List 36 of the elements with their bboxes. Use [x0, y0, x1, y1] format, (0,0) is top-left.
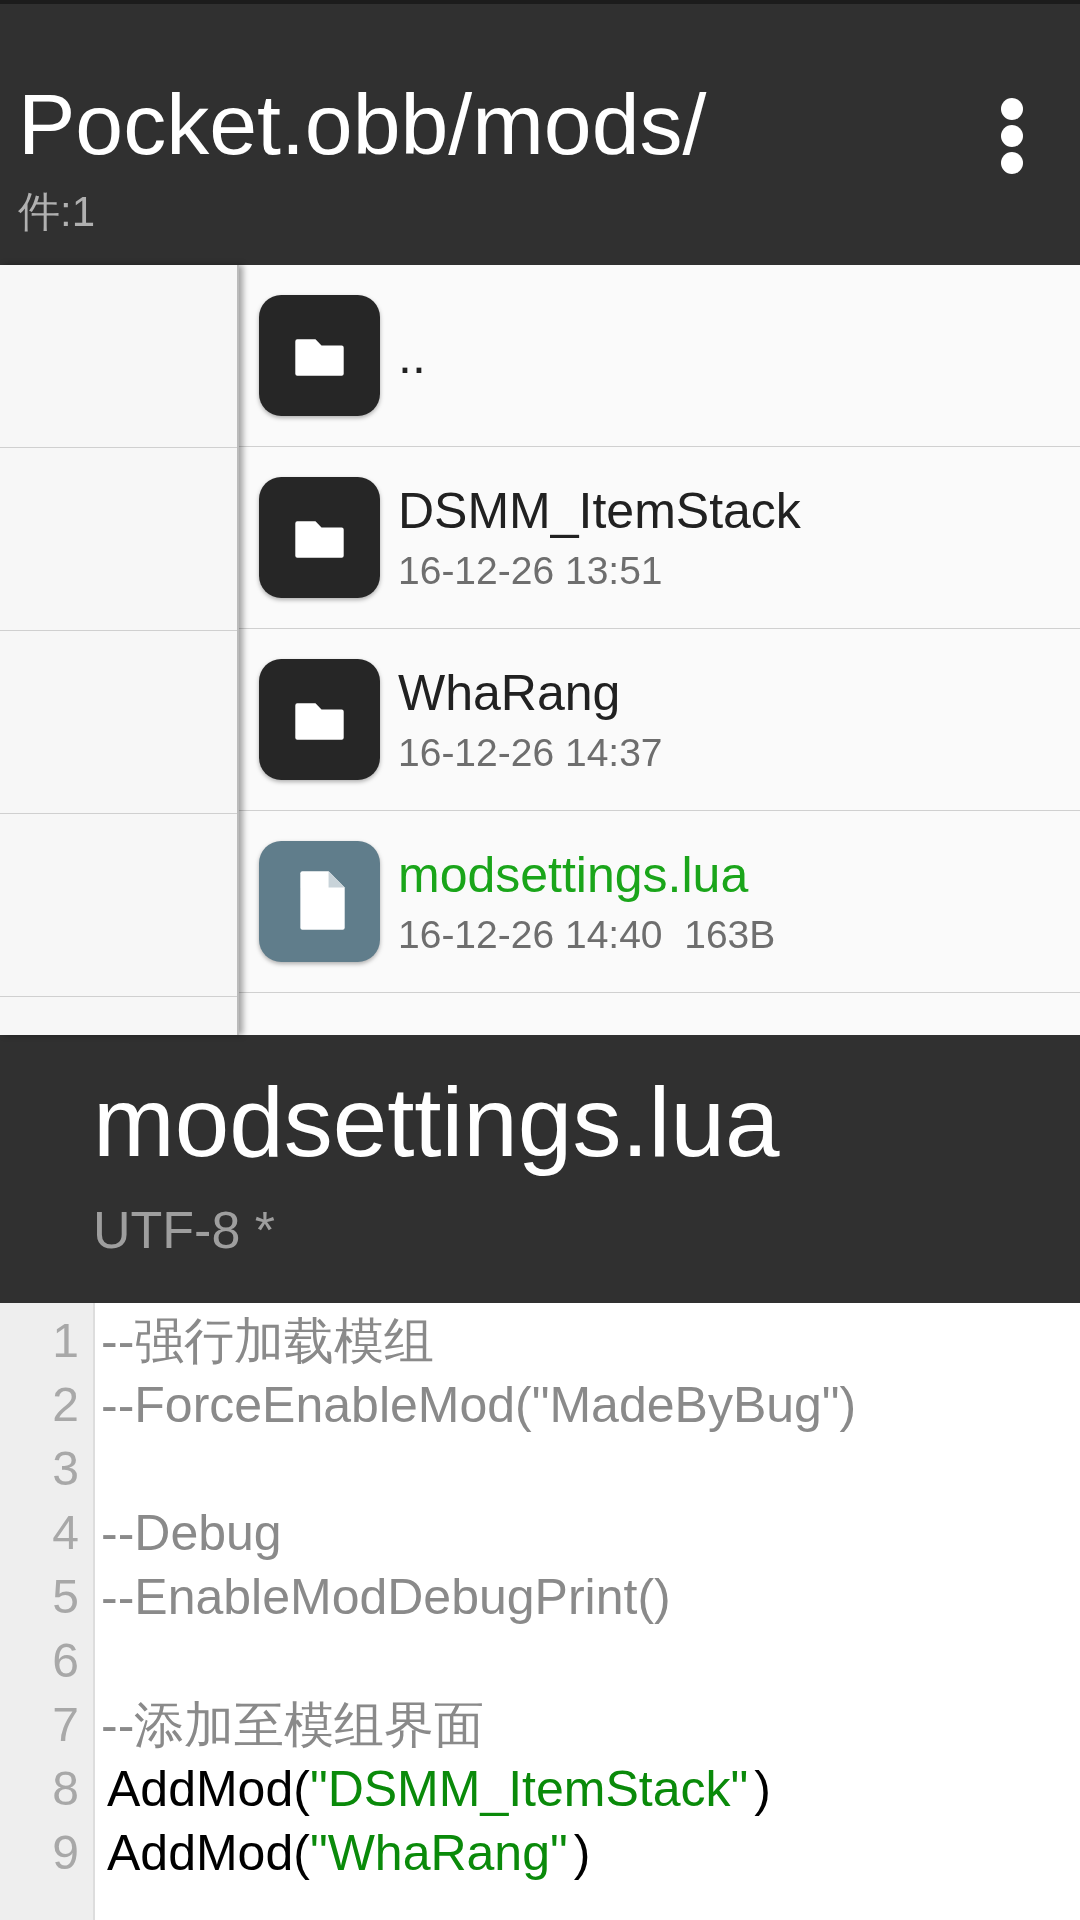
- encoding-label: UTF-8 *: [93, 1200, 276, 1261]
- file-row[interactable]: modsettings.lua 16-12-26 14:40 163B: [239, 811, 1080, 993]
- path-subtitle: 件:1: [18, 187, 97, 237]
- file-name: WhaRang: [398, 663, 622, 723]
- file-details: 16-12-26 13:51: [398, 547, 664, 594]
- file-row[interactable]: ..: [239, 265, 1080, 447]
- file-details: 16-12-26 14:40 163B: [398, 911, 776, 958]
- line-number: 2: [51, 1377, 80, 1433]
- file-title: modsettings.lua: [93, 1066, 781, 1179]
- file-name: modsettings.lua: [398, 845, 750, 905]
- code-line: --强行加载模组: [101, 1313, 435, 1369]
- code-line: --ForceEnableMod("MadeByBug"): [101, 1377, 857, 1433]
- line-number: 7: [51, 1697, 80, 1753]
- code-line: --添加至模组界面: [101, 1697, 485, 1753]
- code-line: --Debug: [101, 1505, 282, 1561]
- folder-icon: [259, 659, 380, 780]
- line-number: 3: [51, 1441, 80, 1497]
- line-number: 9: [51, 1825, 80, 1881]
- line-number: 5: [51, 1569, 80, 1625]
- code-line: AddMod("DSMM_ItemStack"): [106, 1760, 771, 1817]
- code-line: --EnableModDebugPrint(): [101, 1569, 671, 1625]
- file-name: ..: [398, 326, 426, 386]
- line-number: 4: [51, 1505, 80, 1561]
- folder-icon: [259, 295, 380, 416]
- line-number: 1: [51, 1313, 80, 1369]
- file-row[interactable]: DSMM_ItemStack 16-12-26 13:51: [239, 447, 1080, 629]
- line-number: 6: [51, 1633, 80, 1689]
- menu-icon[interactable]: [999, 96, 1025, 176]
- code-line: AddMod("WhaRang"): [106, 1824, 591, 1881]
- line-number: 8: [51, 1761, 80, 1817]
- folder-icon: [259, 477, 380, 598]
- file-icon: [259, 841, 380, 962]
- path-title: Pocket.obb/mods/: [18, 75, 707, 174]
- file-name: DSMM_ItemStack: [398, 481, 801, 541]
- file-details: 16-12-26 14:37: [398, 729, 663, 776]
- file-row[interactable]: WhaRang 16-12-26 14:37: [239, 629, 1080, 811]
